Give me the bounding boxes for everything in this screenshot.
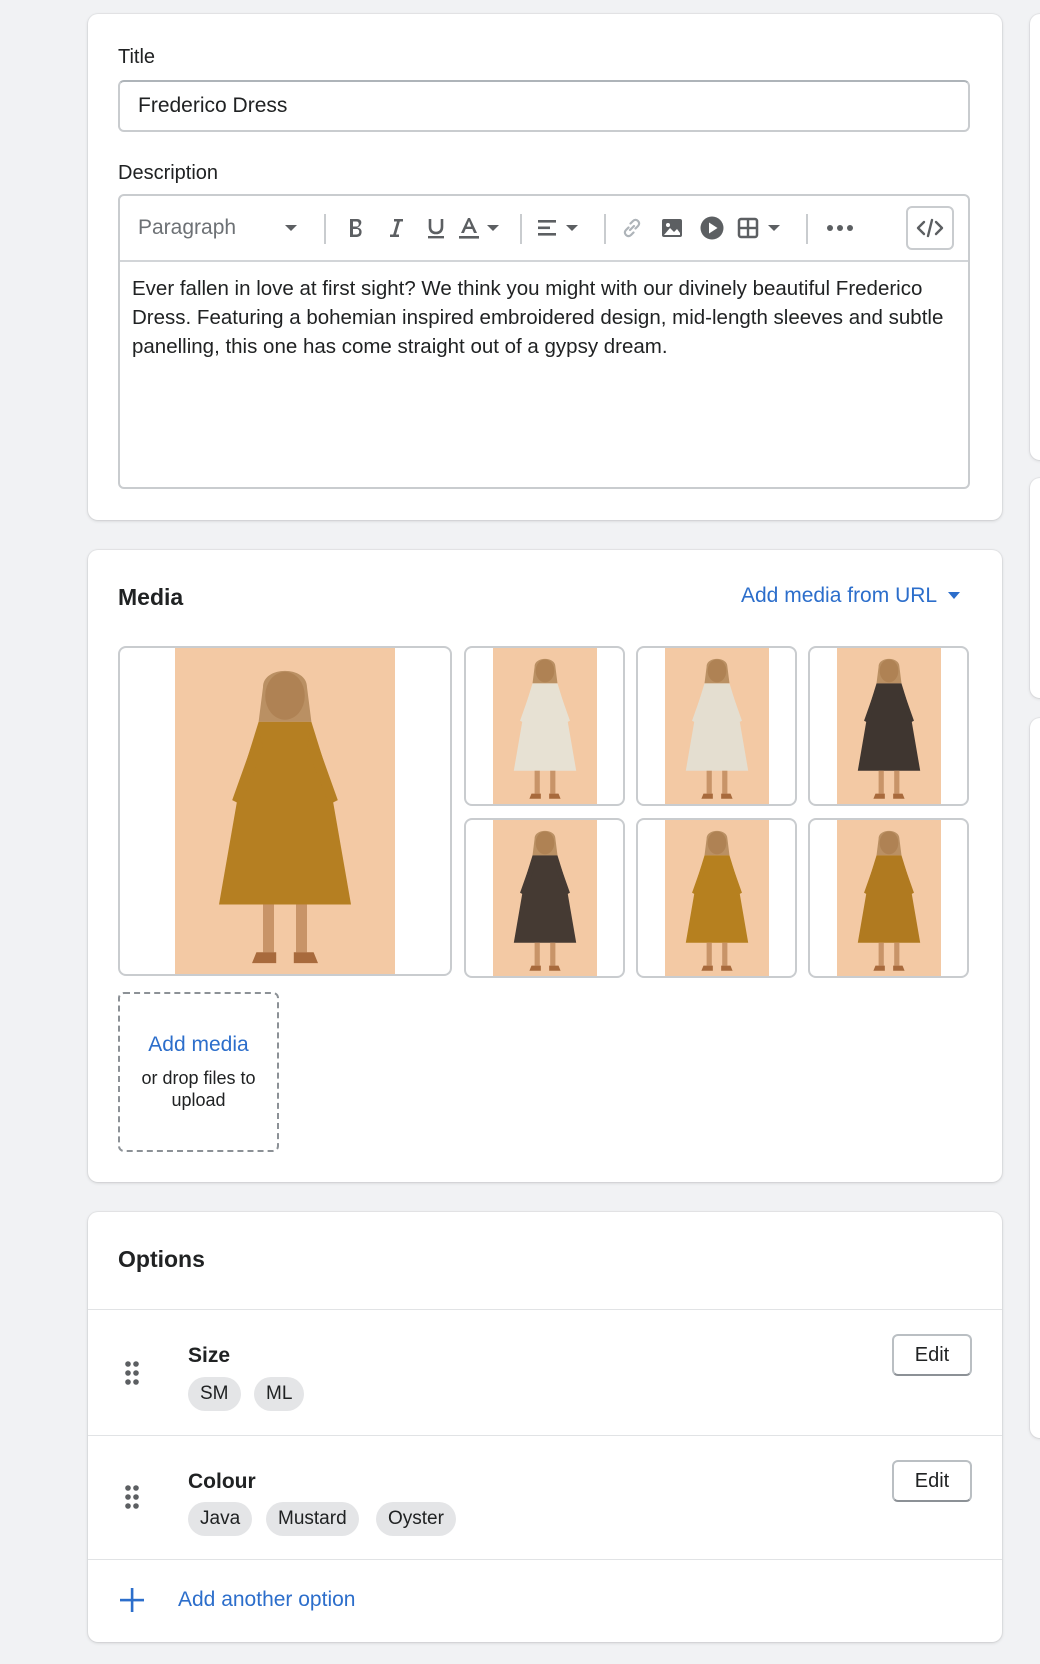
description-text[interactable]: Ever fallen in love at first sight? We t…: [120, 262, 968, 373]
product-photo: [836, 648, 941, 804]
drag-handle-icon[interactable]: [124, 1360, 140, 1391]
add-media-link[interactable]: Add media: [148, 1033, 248, 1057]
description-label: Description: [118, 162, 219, 184]
add-media-from-url-label: Add media from URL: [741, 584, 938, 607]
option-value-tag: ML: [254, 1377, 305, 1411]
divider: [88, 1559, 1002, 1560]
toolbar-divider: [806, 214, 808, 244]
dropzone-hint: or drop files to upload: [141, 1068, 256, 1110]
product-photo: [664, 820, 769, 976]
chevron-down-icon: [285, 225, 297, 231]
edit-option-button[interactable]: Edit: [892, 1460, 972, 1502]
option-name: Colour: [188, 1470, 256, 1493]
media-thumbnail[interactable]: [464, 646, 625, 806]
product-photo: [664, 648, 769, 804]
description-editor: Paragraph Ever fallen in love at first s…: [118, 194, 970, 489]
underline-icon[interactable]: [418, 208, 454, 248]
add-another-option-label: Add another option: [178, 1588, 356, 1611]
bold-icon[interactable]: [338, 208, 374, 248]
media-thumbnail[interactable]: [118, 646, 452, 976]
toolbar-divider: [520, 214, 522, 244]
paragraph-format-select[interactable]: Paragraph: [138, 208, 298, 248]
media-thumbnail[interactable]: [636, 818, 797, 978]
toolbar-divider: [604, 214, 606, 244]
media-dropzone[interactable]: Add media or drop files to upload: [118, 992, 279, 1152]
product-photo: [492, 820, 597, 976]
title-label: Title: [118, 46, 156, 68]
link-icon[interactable]: [614, 208, 650, 248]
product-photo: [492, 648, 597, 804]
option-value-tag: Java: [188, 1502, 253, 1536]
text-color-icon[interactable]: [456, 208, 506, 248]
option-name: Size: [188, 1344, 231, 1367]
sidebar-card-fragment: [1030, 14, 1040, 460]
sidebar-card-fragment: [1030, 478, 1040, 698]
table-icon[interactable]: [734, 208, 790, 248]
media-thumbnail[interactable]: [808, 646, 969, 806]
options-title: Options: [118, 1246, 205, 1272]
option-value-tag: SM: [188, 1377, 241, 1411]
product-photo: [836, 820, 941, 976]
edit-option-button[interactable]: Edit: [892, 1334, 972, 1376]
media-card: Media Add media from URL Add media or dr…: [88, 550, 1002, 1182]
divider: [88, 1309, 1002, 1310]
option-value-tag: Oyster: [376, 1502, 456, 1536]
caret-down-icon: [948, 592, 961, 599]
product-photo: [175, 648, 395, 974]
add-media-from-url-button[interactable]: Add media from URL: [741, 584, 961, 608]
drag-handle-icon[interactable]: [124, 1484, 140, 1515]
divider: [88, 1435, 1002, 1436]
media-thumbnail[interactable]: [464, 818, 625, 978]
image-icon[interactable]: [654, 208, 690, 248]
code-view-icon[interactable]: [906, 206, 954, 250]
product-details-card: Title Description Paragraph: [88, 14, 1002, 520]
media-title: Media: [118, 584, 184, 610]
italic-icon[interactable]: [378, 208, 414, 248]
media-thumbnail[interactable]: [636, 646, 797, 806]
paragraph-format-label: Paragraph: [138, 216, 237, 239]
option-value-tag: Mustard: [266, 1502, 359, 1536]
media-thumbnail[interactable]: [808, 818, 969, 978]
editor-toolbar: Paragraph: [120, 196, 968, 262]
align-icon[interactable]: [532, 208, 586, 248]
more-icon[interactable]: [820, 208, 860, 248]
sidebar-card-fragment: [1030, 718, 1040, 1438]
plus-icon: [120, 1588, 144, 1612]
title-input[interactable]: [118, 80, 970, 132]
options-card: Options Size SM ML Edit Colour Java Must…: [88, 1212, 1002, 1642]
add-another-option-button[interactable]: Add another option: [118, 1586, 355, 1614]
video-icon[interactable]: [694, 208, 730, 248]
toolbar-divider: [324, 214, 326, 244]
